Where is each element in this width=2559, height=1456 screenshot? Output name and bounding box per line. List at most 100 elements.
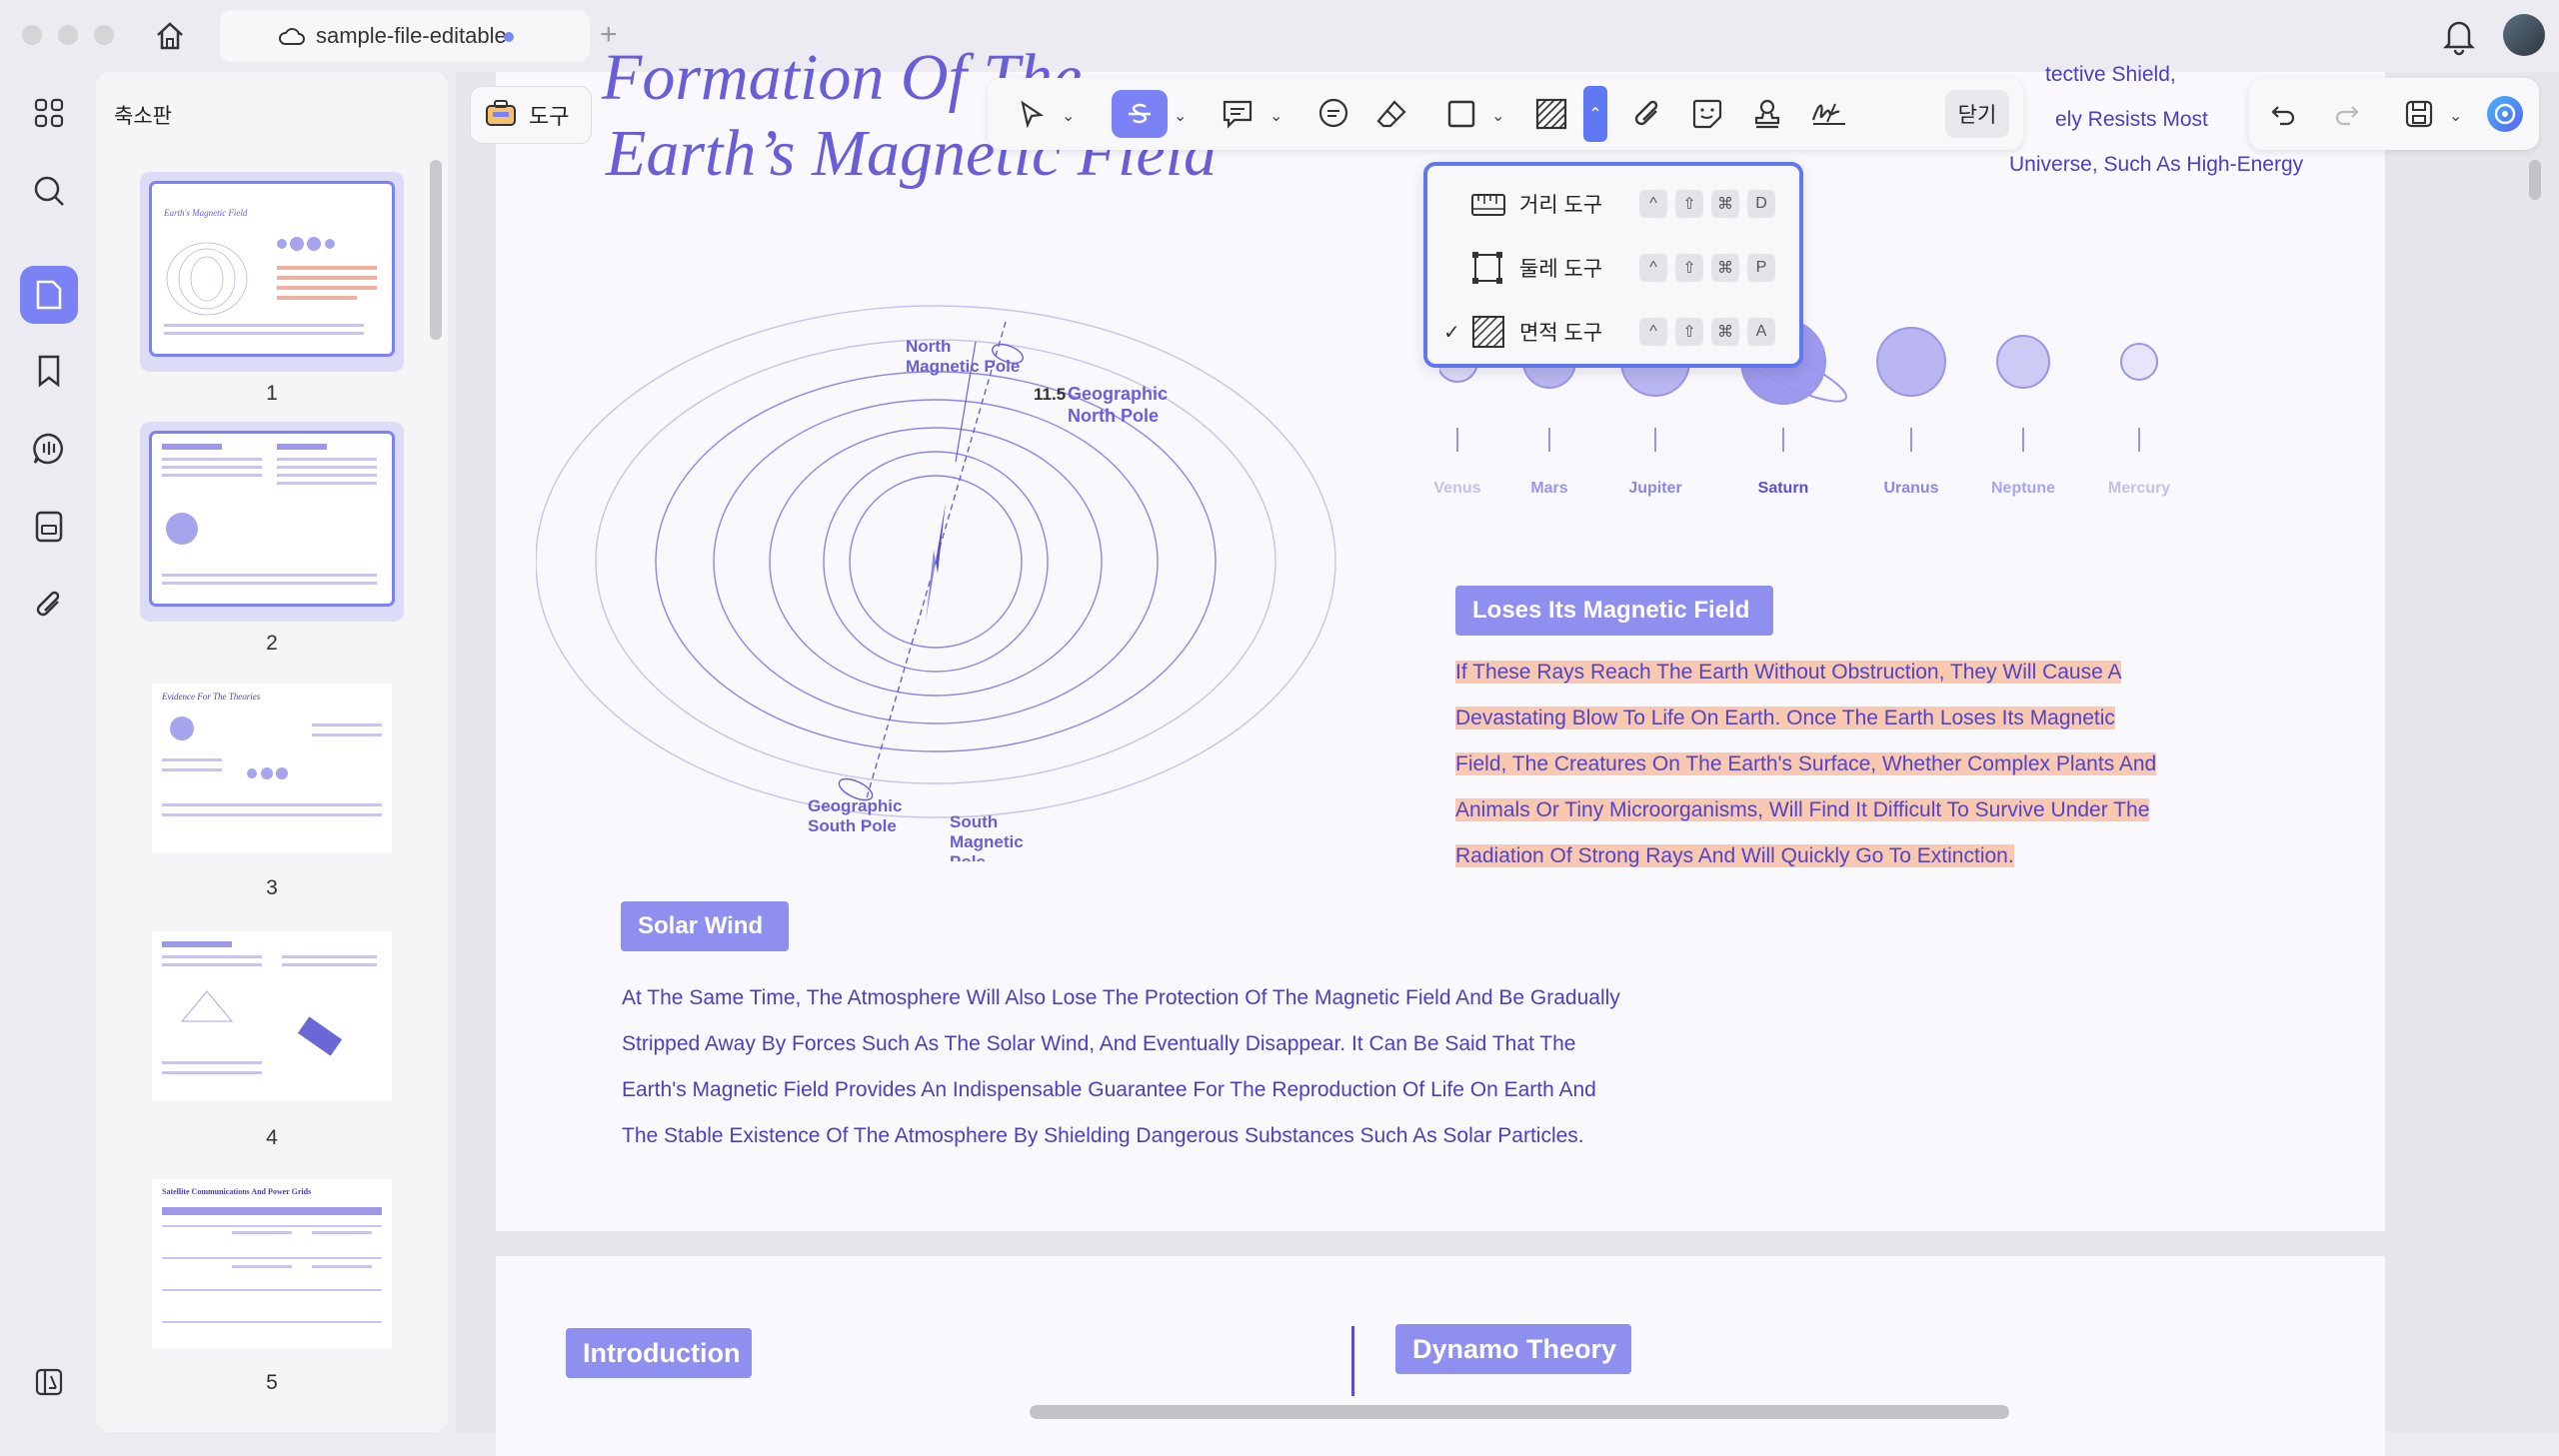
cloud-icon [278, 24, 306, 54]
planet-label: Uranus [1883, 480, 1939, 497]
unsaved-dot [504, 32, 514, 42]
bell-icon[interactable] [2441, 16, 2477, 61]
highlighted-line[interactable]: Animals Or Tiny Microorganisms, Will Fin… [1455, 798, 2150, 821]
thumb-page-number: 3 [266, 876, 278, 899]
menu-item-perimeter[interactable]: 둘레 도구 ^ ⇧ ⌘ P [1427, 242, 1799, 294]
document-tab[interactable]: sample-file-editable [220, 10, 590, 62]
svg-text:Magnetic: Magnetic [950, 832, 1024, 851]
planet-label: Saturn [1757, 480, 1809, 497]
highlighted-line[interactable]: If These Rays Reach The Earth Without Ob… [1455, 661, 2122, 684]
shortcut-key: ⌘ [1711, 318, 1739, 346]
chevron-down-icon[interactable]: ⌄ [2449, 106, 2462, 126]
pages-icon[interactable] [20, 266, 78, 324]
svg-text:Pole: Pole [950, 852, 986, 861]
section-title-introduction: Introduction [566, 1328, 752, 1378]
comment-icon[interactable] [20, 420, 78, 478]
attachment-icon[interactable] [1623, 90, 1671, 138]
stamp-icon[interactable] [1743, 90, 1791, 138]
shortcut-key: ^ [1639, 190, 1667, 218]
signature-icon[interactable] [1805, 90, 1853, 138]
chevron-up-button[interactable]: ⌃ [1583, 86, 1607, 142]
thumbnail-page-3[interactable]: Evidence For The Theories [140, 672, 404, 871]
grid-icon[interactable] [20, 84, 78, 142]
area-measure-icon[interactable] [1527, 90, 1575, 138]
window-zoom-button[interactable] [94, 25, 114, 45]
highlighted-line[interactable]: Radiation Of Strong Rays And Will Quickl… [1455, 844, 2014, 867]
section2-paragraph: At The Same Time, The Atmosphere Will Al… [622, 975, 1620, 1159]
perimeter-icon [1469, 249, 1507, 287]
comment-note-icon[interactable] [1214, 90, 1262, 138]
shortcut-key: D [1747, 190, 1775, 218]
thumbnail-scrollbar[interactable] [430, 160, 442, 340]
section-title-loses-field: Loses Its Magnetic Field [1455, 586, 1773, 636]
search-icon[interactable] [20, 162, 78, 220]
thumbnail-page-2[interactable] [140, 422, 404, 622]
shortcut-key: ⌘ [1711, 190, 1739, 218]
bookmark-icon[interactable] [20, 342, 78, 400]
sticker-icon[interactable] [1683, 90, 1731, 138]
attachment-icon[interactable] [20, 576, 78, 634]
avatar[interactable] [2503, 14, 2545, 56]
redo-icon[interactable] [2323, 90, 2371, 138]
thumb-page-number: 4 [266, 1126, 278, 1149]
text-callout-icon[interactable] [1309, 90, 1357, 138]
planet-label: Venus [1433, 480, 1481, 497]
form-icon[interactable] [20, 498, 78, 556]
undo-icon[interactable] [2259, 90, 2307, 138]
shortcut-key: ^ [1639, 254, 1667, 282]
thumbnail-page-4[interactable] [140, 919, 404, 1119]
svg-text:Magnetic Pole: Magnetic Pole [906, 357, 1020, 376]
svg-text:South Pole: South Pole [808, 816, 897, 835]
chevron-down-icon[interactable]: ⌄ [1062, 106, 1075, 126]
menu-check: ✓ [1443, 321, 1460, 344]
ruler-icon [1469, 185, 1507, 223]
thumb-caption: Satellite Communications And Power Grids [162, 1187, 312, 1196]
shortcut-key: A [1747, 318, 1775, 346]
highlighted-line[interactable]: Field, The Creatures On The Earth's Surf… [1455, 752, 2157, 775]
svg-text:Geographic: Geographic [1068, 384, 1168, 404]
thumb-caption: Evidence For The Theories [162, 692, 261, 702]
thumbnail-page-5[interactable]: Satellite Communications And Power Grids [140, 1167, 404, 1367]
planet-label: Jupiter [1628, 480, 1682, 497]
rectangle-icon[interactable] [1437, 90, 1485, 138]
label-south-magnetic-2: Magnetic [950, 832, 1024, 851]
section1-paragraph: If These Rays Reach The Earth Without Ob… [1455, 650, 2157, 879]
svg-text:11.5: 11.5 [1034, 385, 1066, 404]
save-icon[interactable] [2395, 90, 2443, 138]
chevron-down-icon[interactable]: ⌄ [1174, 106, 1187, 126]
shortcut-key: ⇧ [1675, 318, 1703, 346]
label-angle: 11.5 [1034, 385, 1066, 404]
text-line: Stripped Away By Forces Such As The Sola… [622, 1032, 1576, 1055]
select-icon[interactable] [1008, 90, 1056, 138]
menu-item-distance[interactable]: 거리 도구 ^ ⇧ ⌘ D [1427, 178, 1799, 230]
menu-item-label: 거리 도구 [1519, 194, 1603, 217]
window-minimize-button[interactable] [58, 25, 78, 45]
close-toolbar-button[interactable]: 닫기 [1945, 90, 2009, 138]
planet-label: Neptune [1991, 480, 2055, 497]
thumbnail-page-1[interactable]: Earth's Magnetic Field [140, 172, 404, 372]
chevron-down-icon[interactable]: ⌄ [1270, 106, 1282, 126]
highlighted-line[interactable]: Devastating Blow To Life On Earth. Once … [1455, 707, 2115, 729]
chevron-down-icon[interactable]: ⌄ [1491, 106, 1504, 126]
strikethrough-icon[interactable] [1112, 90, 1168, 138]
vertical-scrollbar[interactable] [2529, 160, 2541, 200]
area-icon [1469, 313, 1507, 351]
ai-assistant-icon[interactable] [2481, 90, 2529, 138]
eraser-icon[interactable] [1367, 90, 1415, 138]
text-line: Earth's Magnetic Field Provides An Indis… [622, 1078, 1596, 1101]
thumb-page-number: 1 [266, 382, 278, 405]
layers-icon[interactable] [20, 1353, 78, 1411]
tools-button[interactable]: 도구 [470, 86, 592, 144]
section-title-solar-wind: Solar Wind [621, 901, 789, 951]
home-icon[interactable] [152, 18, 188, 54]
panel-title: 축소판 [114, 105, 172, 128]
horizontal-scrollbar[interactable] [1030, 1405, 2009, 1419]
menu-item-label: 면적 도구 [1519, 322, 1603, 345]
toolbox-icon [485, 97, 517, 133]
planet-label: Mercury [2107, 480, 2171, 497]
tools-label: 도구 [529, 104, 570, 129]
label-geo-south-1: Geographic [808, 796, 902, 815]
svg-text:North Pole: North Pole [1068, 406, 1159, 426]
window-close-button[interactable] [22, 25, 42, 45]
menu-item-area[interactable]: ✓ 면적 도구 ^ ⇧ ⌘ A [1427, 306, 1799, 358]
